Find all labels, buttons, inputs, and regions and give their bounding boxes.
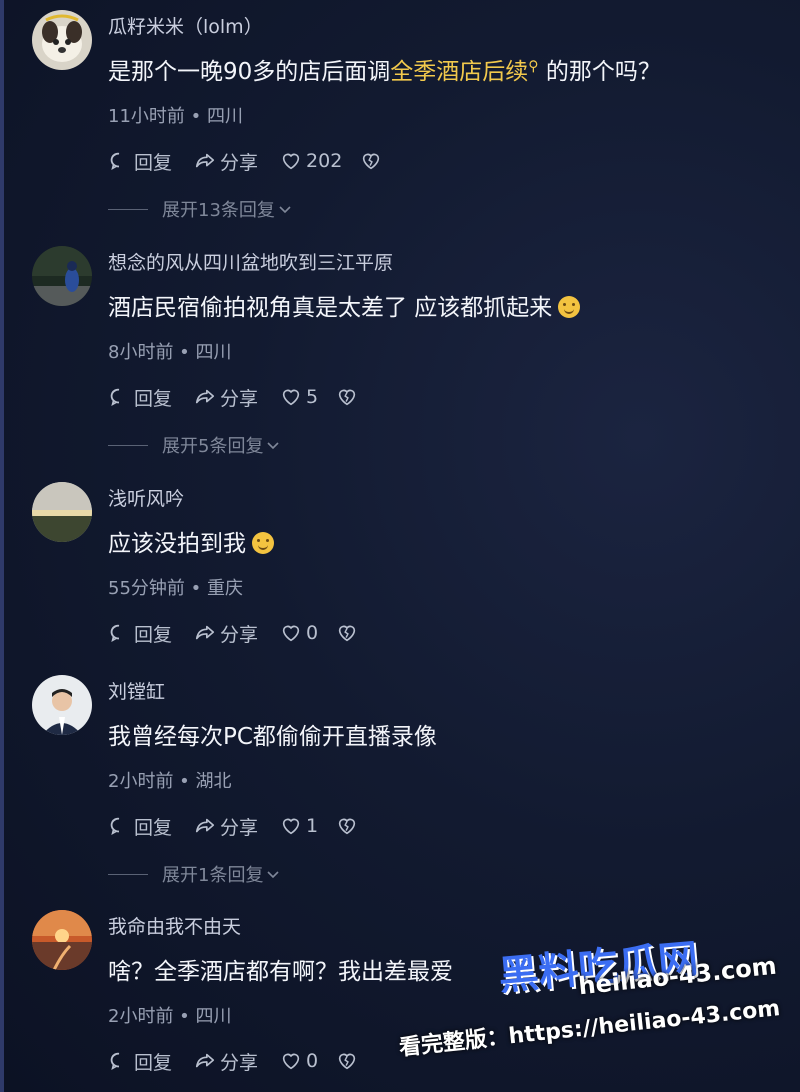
share-button[interactable]: 分享 (194, 384, 258, 411)
username[interactable]: 想念的风从四川盆地吹到三江平原 (108, 248, 393, 275)
like-button[interactable]: 0 (280, 622, 318, 644)
left-edge-bar (0, 0, 4, 1092)
username[interactable]: 瓜籽米米（lolm） (108, 12, 263, 39)
broken-heart-icon (338, 389, 356, 406)
avatar[interactable] (32, 482, 92, 542)
reply-button[interactable]: 回复 (108, 620, 172, 647)
reply-button[interactable]: 回复 (108, 148, 172, 175)
share-button[interactable]: 分享 (194, 620, 258, 647)
reply-icon (110, 624, 120, 643)
reply-icon (110, 817, 120, 836)
avatar[interactable] (32, 10, 92, 70)
dislike-button[interactable] (336, 1050, 362, 1072)
reply-button[interactable]: 回复 (108, 813, 172, 840)
chevron-down-icon (267, 871, 280, 879)
share-icon (195, 153, 215, 168)
heart-icon (282, 1053, 300, 1070)
broken-heart-icon (338, 1053, 356, 1070)
chevron-down-icon (267, 442, 280, 450)
username[interactable]: 浅听风吟 (108, 484, 184, 511)
like-count: 1 (306, 815, 319, 837)
comment-meta: 2小时前 • 湖北 (108, 771, 232, 792)
broken-heart-icon (338, 625, 356, 642)
reply-button[interactable]: 回复 (108, 1048, 172, 1075)
dislike-button[interactable] (336, 386, 362, 408)
comment-actions: 回复 分享 202 (108, 148, 408, 174)
comment-meta: 8小时前 • 四川 (108, 342, 232, 363)
comment-text: 应该没拍到我 (108, 524, 274, 558)
expand-replies-button[interactable]: 展开13条回复 (108, 196, 293, 222)
keyword-link[interactable]: 全季酒店后续 (390, 59, 528, 85)
reply-icon (110, 388, 120, 407)
reply-icon (110, 1052, 120, 1071)
like-count: 0 (306, 622, 319, 644)
divider (108, 208, 148, 210)
comment-actions: 回复 分享 0 (108, 1048, 384, 1074)
comment-text: 啥？全季酒店都有啊？我出差最爱 (108, 959, 453, 985)
chevron-down-icon (279, 206, 291, 214)
avatar[interactable] (32, 675, 92, 735)
username[interactable]: 我命由我不由天 (108, 912, 241, 939)
like-count: 202 (306, 150, 343, 172)
share-button[interactable]: 分享 (194, 148, 258, 175)
expand-replies-button[interactable]: 展开5条回复 (108, 432, 281, 458)
comment-text: 酒店民宿偷拍视角真是太差了 应该都抓起来 (108, 288, 581, 322)
heart-icon (282, 818, 300, 835)
smiling-emoji-icon (252, 532, 274, 554)
avatar[interactable] (32, 910, 92, 970)
heart-icon (282, 153, 300, 170)
heart-icon (282, 625, 300, 642)
watermark-cta: 看完整版：https://heiliao-43.com (398, 996, 782, 1061)
username[interactable]: 刘镗缸 (108, 677, 165, 704)
divider (108, 873, 148, 875)
like-button[interactable]: 1 (280, 815, 318, 837)
comment-meta: 2小时前 • 四川 (108, 1006, 232, 1027)
share-icon (195, 818, 215, 833)
share-icon (195, 1053, 215, 1068)
like-button[interactable]: 5 (280, 386, 318, 408)
share-icon (195, 389, 215, 404)
share-button[interactable]: 分享 (194, 813, 258, 840)
comment-text: 我曾经每次PC都偷偷开直播录像 (108, 724, 437, 750)
divider (108, 444, 148, 446)
dislike-button[interactable] (336, 815, 362, 837)
share-button[interactable]: 分享 (194, 1048, 258, 1075)
comment-actions: 回复 分享 1 (108, 813, 384, 839)
comment-meta: 55分钟前 • 重庆 (108, 578, 243, 599)
broken-heart-icon (338, 818, 356, 835)
like-button[interactable]: 202 (280, 150, 342, 172)
broken-heart-icon (363, 153, 380, 170)
search-icon[interactable]: ⚲ (528, 58, 538, 74)
dislike-button[interactable] (360, 150, 386, 172)
comment-actions: 回复 分享 5 (108, 384, 384, 410)
avatar[interactable] (32, 246, 92, 306)
dislike-button[interactable] (336, 622, 362, 644)
heart-icon (282, 389, 300, 406)
like-button[interactable]: 0 (280, 1050, 318, 1072)
expand-replies-button[interactable]: 展开1条回复 (108, 861, 281, 887)
comment-actions: 回复 分享 0 (108, 620, 384, 646)
comment-meta: 11小时前 • 四川 (108, 106, 243, 127)
like-count: 0 (306, 1050, 319, 1072)
reply-button[interactable]: 回复 (108, 384, 172, 411)
comment-text: 是那个一晚90多的店后面调全季酒店后续⚲ 的那个吗？ (108, 58, 661, 85)
share-icon (195, 625, 215, 640)
reply-icon (110, 152, 120, 171)
slightly-frowning-emoji-icon (558, 296, 581, 318)
like-count: 5 (306, 386, 319, 408)
